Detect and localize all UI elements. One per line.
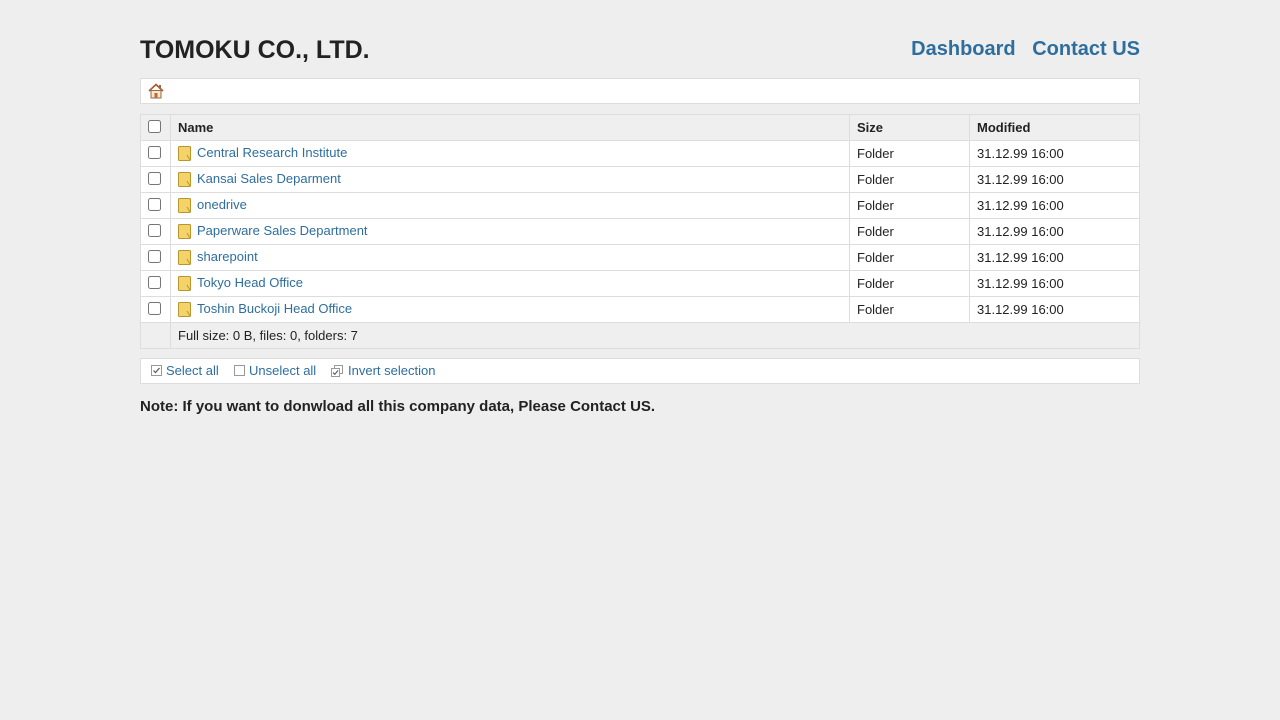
modified-cell: 31.12.99 16:00 <box>969 270 1140 297</box>
folder-icon <box>178 145 191 161</box>
column-header-modified[interactable]: Modified <box>969 114 1140 141</box>
size-cell: Folder <box>849 218 970 245</box>
table-row: Paperware Sales Department Folder 31.12.… <box>140 218 1140 245</box>
name-cell: sharepoint <box>170 244 850 271</box>
folder-link[interactable]: Tokyo Head Office <box>197 275 303 290</box>
table-row: onedrive Folder 31.12.99 16:00 <box>140 192 1140 219</box>
folder-link[interactable]: onedrive <box>197 197 247 212</box>
column-header-size[interactable]: Size <box>849 114 970 141</box>
dashboard-link[interactable]: Dashboard <box>911 38 1015 60</box>
select-all-action[interactable]: Select all <box>151 359 219 383</box>
folder-icon <box>178 223 191 239</box>
row-checkbox[interactable] <box>148 302 161 316</box>
select-all-header-cell <box>140 114 171 141</box>
invert-selection-link[interactable]: Invert selection <box>348 363 435 378</box>
table-row: Central Research Institute Folder 31.12.… <box>140 140 1140 167</box>
folder-icon <box>178 197 191 213</box>
folder-link[interactable]: Kansai Sales Deparment <box>197 171 341 186</box>
size-cell: Folder <box>849 140 970 167</box>
name-cell: Kansai Sales Deparment <box>170 166 850 193</box>
modified-cell: 31.12.99 16:00 <box>969 296 1140 323</box>
select-all-link[interactable]: Select all <box>166 363 219 378</box>
modified-cell: 31.12.99 16:00 <box>969 218 1140 245</box>
table-footer-row: Full size: 0 B, files: 0, folders: 7 <box>140 322 1140 349</box>
table-row: sharepoint Folder 31.12.99 16:00 <box>140 244 1140 271</box>
site-title: TOMOKU CO., LTD. <box>140 36 370 64</box>
row-checkbox[interactable] <box>148 198 161 212</box>
size-cell: Folder <box>849 296 970 323</box>
folder-link[interactable]: Paperware Sales Department <box>197 223 368 238</box>
folder-icon <box>178 171 191 187</box>
breadcrumb <box>140 78 1140 104</box>
folder-icon <box>178 301 191 317</box>
folder-icon <box>178 275 191 291</box>
page-container: TOMOKU CO., LTD. Dashboard Contact US Na… <box>140 0 1140 415</box>
modified-cell: 31.12.99 16:00 <box>969 140 1140 167</box>
row-checkbox[interactable] <box>148 146 161 160</box>
checkbox-checked-icon <box>151 365 162 377</box>
size-cell: Folder <box>849 192 970 219</box>
name-cell: Tokyo Head Office <box>170 270 850 297</box>
invert-selection-icon <box>331 364 343 377</box>
row-checkbox[interactable] <box>148 276 161 290</box>
name-cell: Toshin Buckoji Head Office <box>170 296 850 323</box>
row-checkbox[interactable] <box>148 224 161 238</box>
top-nav: Dashboard Contact US <box>900 37 1140 61</box>
table-header-row: Name Size Modified <box>140 114 1140 141</box>
file-table: Name Size Modified Central Research Inst… <box>140 114 1140 349</box>
name-cell: Central Research Institute <box>170 140 850 167</box>
table-row: Kansai Sales Deparment Folder 31.12.99 1… <box>140 166 1140 193</box>
folder-link[interactable]: Central Research Institute <box>197 145 347 160</box>
name-cell: Paperware Sales Department <box>170 218 850 245</box>
table-summary: Full size: 0 B, files: 0, folders: 7 <box>170 322 1140 349</box>
table-row: Tokyo Head Office Folder 31.12.99 16:00 <box>140 270 1140 297</box>
checkbox-empty-icon <box>234 365 245 377</box>
folder-link[interactable]: Toshin Buckoji Head Office <box>197 301 352 316</box>
selection-actions-bar: Select all Unselect all Invert selection <box>140 358 1140 384</box>
invert-selection-action[interactable]: Invert selection <box>331 359 435 383</box>
column-header-name[interactable]: Name <box>170 114 850 141</box>
unselect-all-link[interactable]: Unselect all <box>249 363 316 378</box>
row-checkbox[interactable] <box>148 172 161 186</box>
table-row: Toshin Buckoji Head Office Folder 31.12.… <box>140 296 1140 323</box>
download-note: Note: If you want to donwload all this c… <box>140 398 656 415</box>
contact-link[interactable]: Contact US <box>1032 38 1140 60</box>
folder-link[interactable]: sharepoint <box>197 249 258 264</box>
size-cell: Folder <box>849 270 970 297</box>
unselect-all-action[interactable]: Unselect all <box>234 359 316 383</box>
header: TOMOKU CO., LTD. Dashboard Contact US <box>140 0 1140 78</box>
folder-icon <box>178 249 191 265</box>
name-cell: onedrive <box>170 192 850 219</box>
modified-cell: 31.12.99 16:00 <box>969 192 1140 219</box>
select-all-checkbox[interactable] <box>148 120 161 134</box>
size-cell: Folder <box>849 244 970 271</box>
size-cell: Folder <box>849 166 970 193</box>
home-icon[interactable] <box>148 83 164 99</box>
modified-cell: 31.12.99 16:00 <box>969 244 1140 271</box>
modified-cell: 31.12.99 16:00 <box>969 166 1140 193</box>
row-checkbox[interactable] <box>148 250 161 264</box>
